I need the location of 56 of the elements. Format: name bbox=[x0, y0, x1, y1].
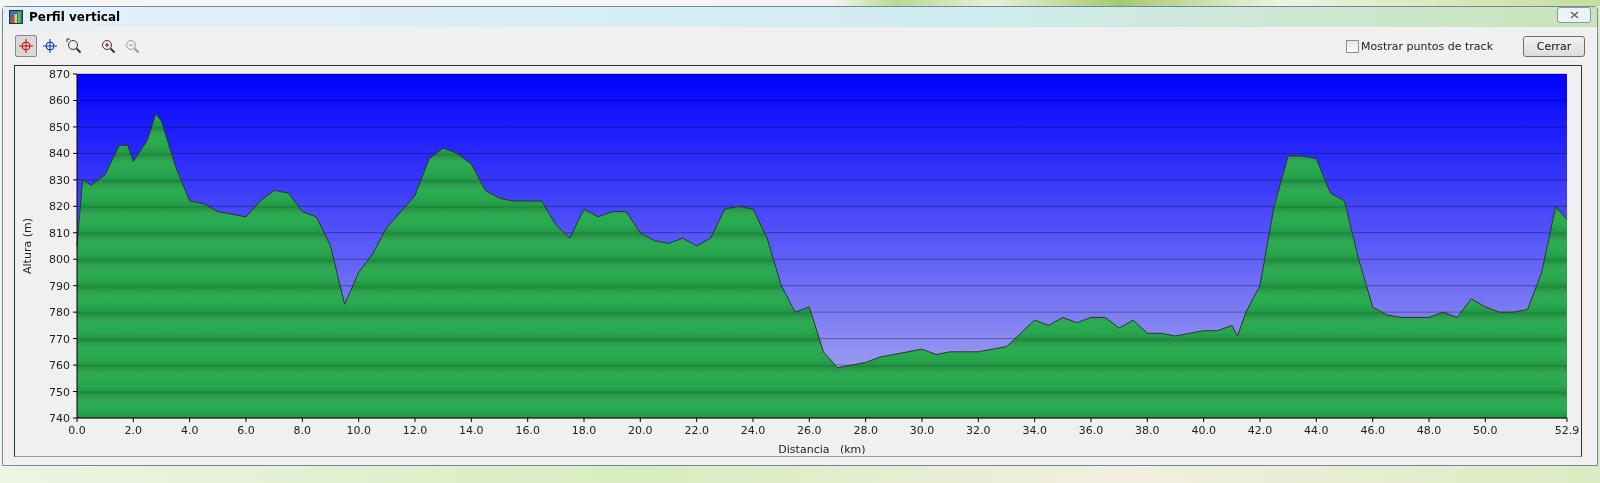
axis-tick-label: 840 bbox=[49, 147, 70, 161]
axis-tick-label: 800 bbox=[49, 253, 70, 267]
axis-tick-label: 10.0 bbox=[346, 424, 371, 437]
checkbox[interactable] bbox=[1346, 39, 1359, 53]
zoom-in-icon bbox=[100, 38, 116, 54]
axis-tick-label: 780 bbox=[49, 306, 70, 320]
axis-tick-label: 740 bbox=[49, 412, 70, 425]
axis-tick-label: 26.0 bbox=[797, 424, 822, 437]
axis-tick-label: 750 bbox=[49, 385, 70, 399]
axis-tick-label: 4.0 bbox=[180, 424, 199, 437]
window-title: Perfil vertical bbox=[29, 10, 122, 24]
axis-tick-label: 2.0 bbox=[124, 424, 143, 437]
axis-tick-label: 0.0 bbox=[68, 424, 86, 437]
zoom-icon bbox=[66, 38, 82, 54]
close-button[interactable] bbox=[1557, 7, 1591, 23]
axis-tick-label: 760 bbox=[49, 359, 70, 373]
axis-tick-label: 860 bbox=[49, 94, 70, 108]
axis-tick-label: 12.0 bbox=[402, 424, 428, 437]
axis-tick-label: 52.9 bbox=[1554, 424, 1580, 437]
axis-tick-label: 50.0 bbox=[1473, 424, 1498, 437]
axis-tick-label: 36.0 bbox=[1078, 424, 1104, 437]
axis-tick-label: 6.0 bbox=[237, 424, 255, 437]
axis-tick-label: 28.0 bbox=[853, 424, 878, 437]
axis-tick-label: 820 bbox=[49, 200, 70, 214]
axis-tick-label: 20.0 bbox=[628, 424, 653, 437]
chart-app-icon bbox=[9, 10, 23, 24]
axis-tick-label: 46.0 bbox=[1360, 424, 1385, 437]
axis-tick-label: 40.0 bbox=[1191, 424, 1216, 437]
toolbar-button[interactable] bbox=[15, 35, 37, 57]
axis-tick-label: 30.0 bbox=[909, 424, 935, 437]
axis-title: Distancia (km) bbox=[778, 443, 866, 454]
axis-tick-label: 48.0 bbox=[1416, 424, 1442, 437]
axis-tick-label: 870 bbox=[49, 68, 70, 81]
axis-tick-label: 16.0 bbox=[515, 424, 540, 437]
axis-tick-label: 24.0 bbox=[740, 424, 766, 437]
axis-tick-label: 22.0 bbox=[684, 424, 709, 437]
zoom-out-icon bbox=[124, 38, 140, 54]
axis-tick-label: 14.0 bbox=[459, 424, 484, 437]
axis-tick-label: 830 bbox=[49, 173, 70, 187]
axis-tick-label: 790 bbox=[49, 279, 70, 293]
axis-tick-label: 34.0 bbox=[1022, 424, 1047, 437]
axis-tick-label: 850 bbox=[49, 120, 70, 134]
axis-tick-label: 38.0 bbox=[1135, 424, 1160, 437]
close-icon bbox=[1569, 11, 1579, 19]
crosshair-icon bbox=[18, 38, 34, 54]
axis-tick-label: 42.0 bbox=[1247, 424, 1273, 437]
axis-tick-label: 770 bbox=[49, 332, 70, 346]
axis-tick-label: 44.0 bbox=[1304, 424, 1329, 437]
crosshair-icon bbox=[42, 38, 58, 54]
axis-tick-label: 32.0 bbox=[966, 424, 991, 437]
axis-title: Altura (m) bbox=[21, 218, 34, 274]
close-button[interactable]: Cerrar bbox=[1523, 35, 1585, 57]
axis-tick-label: 810 bbox=[49, 226, 70, 240]
checkbox-label: Mostrar puntos de track bbox=[1361, 39, 1493, 53]
axis-tick-label: 18.0 bbox=[571, 424, 597, 437]
axis-tick-label: 8.0 bbox=[293, 424, 312, 437]
